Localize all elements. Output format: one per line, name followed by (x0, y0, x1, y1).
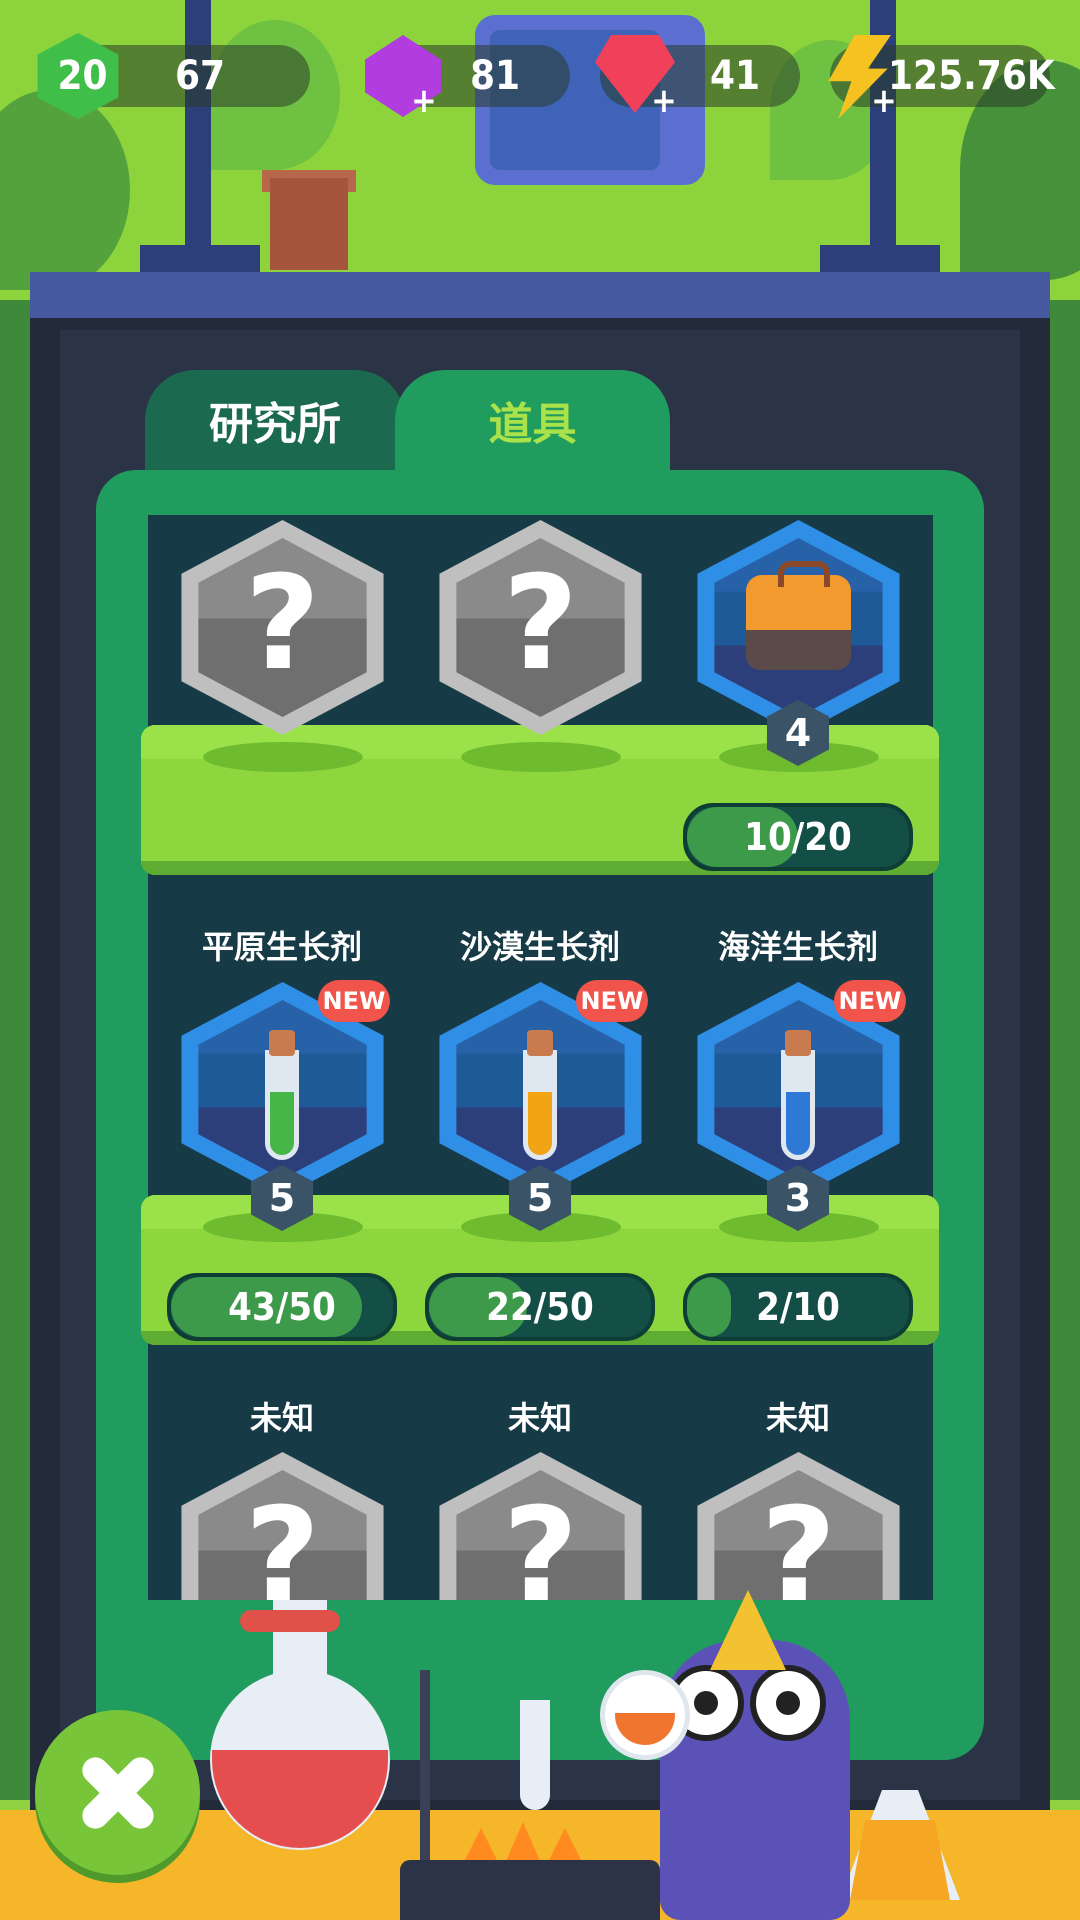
new-badge: NEW (834, 980, 906, 1022)
item-progress-bar: 43/50 (167, 1273, 397, 1341)
item-label: 未知 (765, 1399, 830, 1437)
add-red-gem-icon[interactable]: + (650, 84, 678, 118)
xp-value: 67 (175, 53, 226, 99)
held-flask-icon (600, 1670, 690, 1760)
item-label: 未知 (507, 1399, 572, 1437)
lab-post (185, 0, 211, 250)
orange-potion-tube-icon (523, 1030, 557, 1160)
item-shadow (461, 742, 621, 772)
locked-item-slot[interactable]: ? (697, 1452, 900, 1600)
lab-post-base (820, 245, 940, 275)
locked-item-slot[interactable]: ? (181, 1452, 384, 1600)
scientist-monster-mascot (660, 1640, 850, 1920)
new-badge: NEW (318, 980, 390, 1022)
lab-top-rail (30, 272, 1050, 318)
question-mark-icon: ? (502, 1479, 579, 1600)
burner-base (400, 1860, 660, 1920)
question-mark-icon: ? (244, 1479, 321, 1600)
item-label: 沙漠生长剂 (459, 928, 620, 966)
item-progress-text: 10/20 (744, 815, 852, 859)
red-gem-value: 41 (710, 53, 761, 99)
question-mark-icon: ? (502, 547, 579, 699)
item-progress-text: 43/50 (228, 1285, 336, 1329)
backpack-icon (746, 561, 851, 670)
lab-stand (420, 1670, 430, 1870)
question-mark-icon: ? (760, 1479, 837, 1600)
item-progress-text: 2/10 (756, 1285, 840, 1329)
question-mark-icon: ? (244, 547, 321, 699)
red-gem-pill[interactable]: + 41 (595, 35, 800, 118)
item-progress-text: 22/50 (486, 1285, 594, 1329)
plant-pot-icon (270, 178, 348, 270)
add-purple-gem-icon[interactable]: + (410, 84, 438, 118)
close-button[interactable] (35, 1710, 200, 1875)
purple-gem-pill[interactable]: + 81 (365, 35, 570, 118)
locked-item-slot[interactable]: ? (439, 1452, 642, 1600)
lab-post-base (140, 245, 260, 275)
test-tube-stand-icon (520, 1700, 550, 1810)
flask-steam (240, 1610, 340, 1632)
item-shadow (203, 742, 363, 772)
energy-pill[interactable]: + 125.76K (828, 35, 1055, 119)
item-progress-bar: 2/10 (683, 1273, 913, 1341)
item-label: 平原生长剂 (201, 928, 362, 966)
item-progress-bar: 10/20 (683, 803, 913, 871)
level-value: 20 (57, 53, 108, 99)
item-progress-bar: 22/50 (425, 1273, 655, 1341)
blue-potion-tube-icon (781, 1030, 815, 1160)
green-potion-tube-icon (265, 1030, 299, 1160)
shelf-3-clip: ? ? ? (148, 1452, 933, 1600)
purple-gem-value: 81 (470, 53, 521, 99)
energy-value: 125.76K (888, 53, 1055, 99)
item-label: 未知 (249, 1399, 314, 1437)
level-xp-pill[interactable]: 20 67 (37, 33, 310, 119)
party-hat-icon (710, 1590, 786, 1670)
item-label: 海洋生长剂 (717, 928, 878, 966)
conical-flask-liquid (850, 1820, 950, 1900)
new-badge: NEW (576, 980, 648, 1022)
monster-eye (750, 1665, 826, 1741)
